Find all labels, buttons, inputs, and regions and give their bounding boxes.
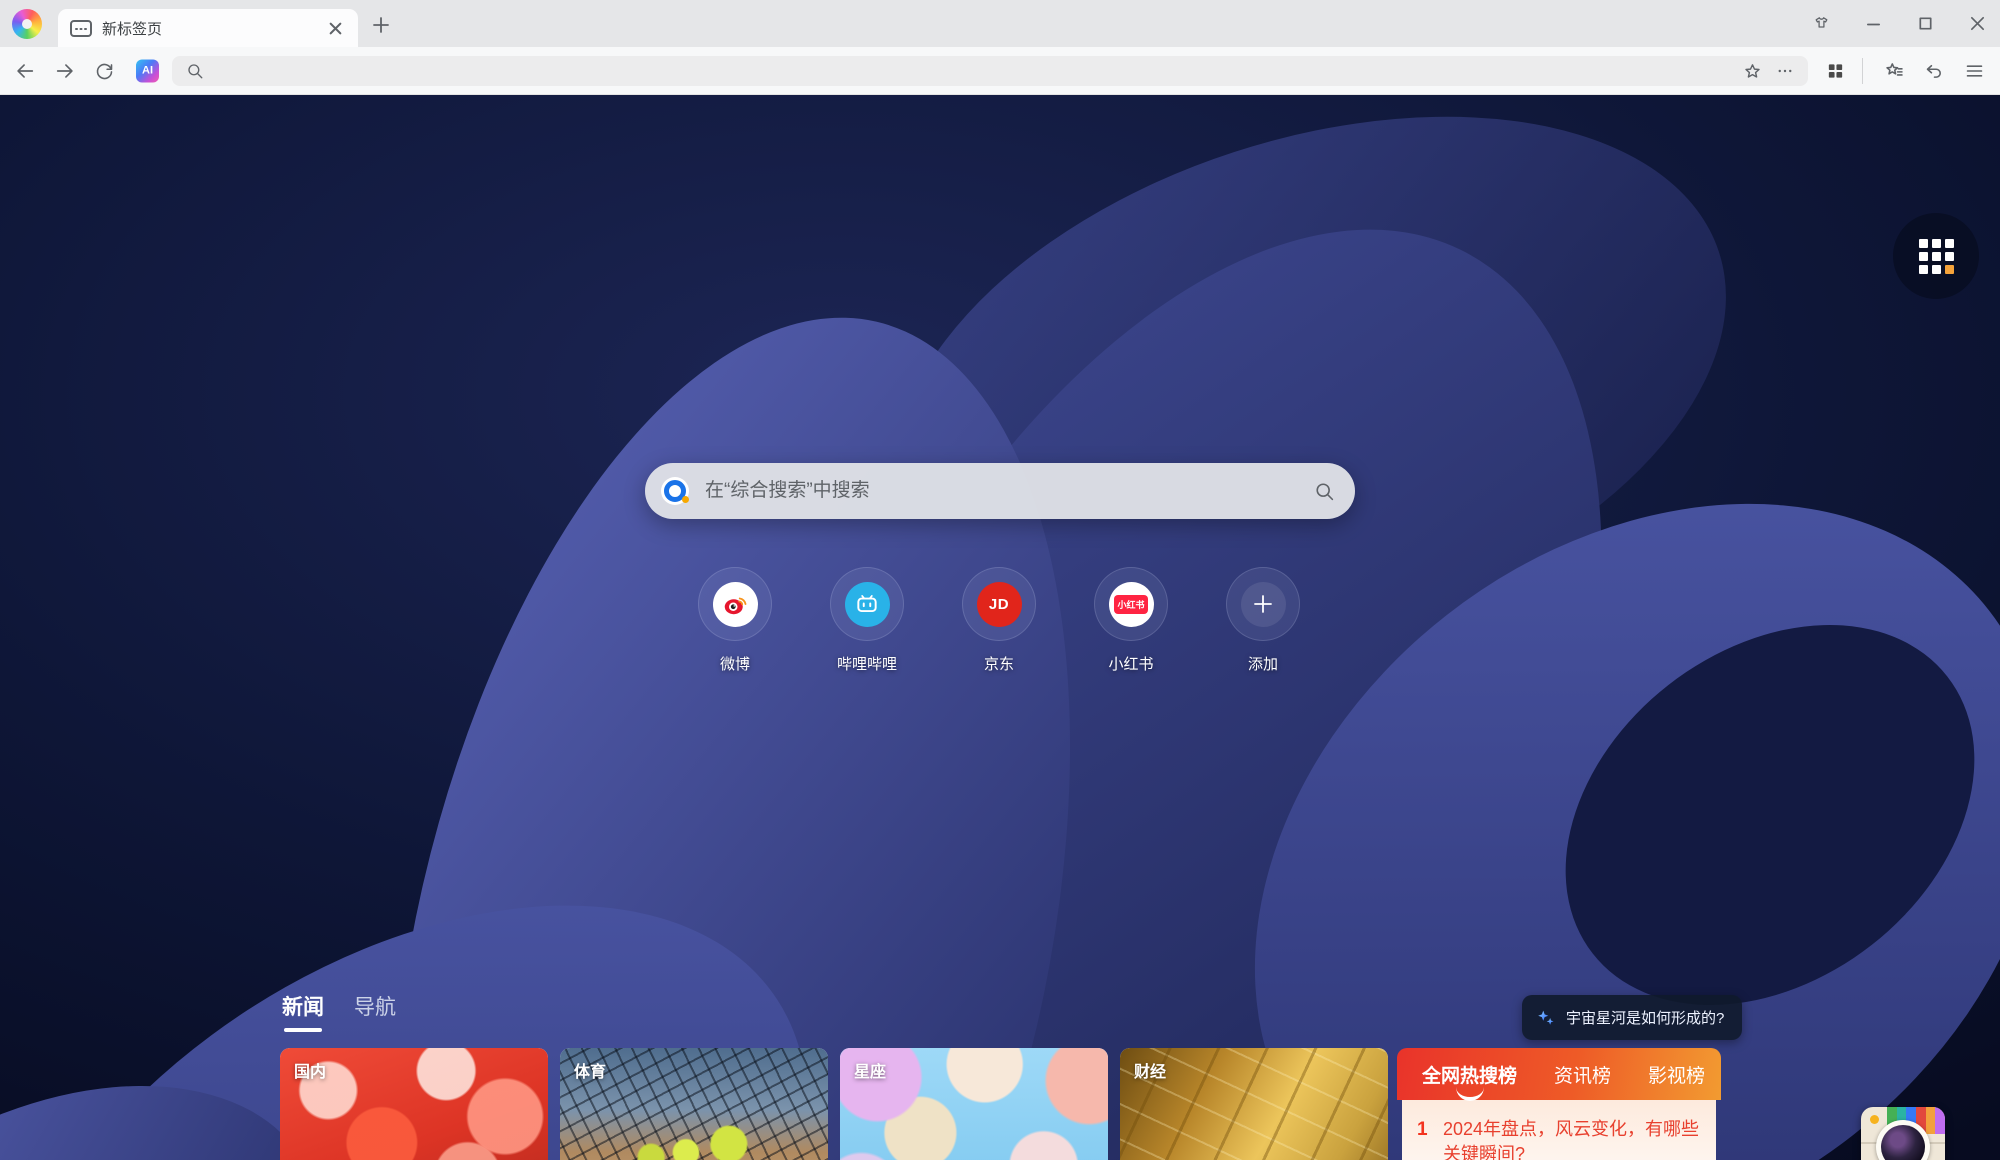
center-search-input[interactable]	[703, 479, 1314, 503]
hot-tab-all-network[interactable]: 全网热搜榜	[1422, 1061, 1517, 1088]
apps-grid-icon[interactable]	[1826, 61, 1845, 80]
quick-link-xiaohongshu[interactable]: 小红书 小红书	[1065, 567, 1197, 674]
ai-tip-text: 宇宙星河是如何形成的?	[1566, 1007, 1724, 1028]
theme-skin-icon[interactable]	[1813, 15, 1830, 32]
search-engine-logo-icon	[661, 477, 689, 505]
quick-links-row: 微博 哔哩哔哩 JD 京东 小红书 小红书	[669, 567, 1329, 674]
apps-launcher-icon	[1919, 239, 1954, 274]
news-card-sports[interactable]: 体育 ATP年度大奖提名公布商	[560, 1048, 828, 1160]
quick-link-bilibili[interactable]: 哔哩哔哩	[801, 567, 933, 674]
tab-close-icon[interactable]	[324, 17, 346, 39]
sparkles-icon	[1535, 1007, 1557, 1029]
news-card-domestic[interactable]: 国内 20处绝佳的红叶观赏地，	[280, 1048, 548, 1160]
new-tab-page: 微博 哔哩哔哩 JD 京东 小红书 小红书	[0, 95, 2000, 1160]
card-image-autumn-leaves: 国内	[280, 1048, 548, 1160]
more-options-icon[interactable]	[1776, 62, 1794, 80]
minimize-button[interactable]	[1865, 15, 1882, 32]
hot-panel-body: 1 2024年盘点，风云变化，有哪些关键瞬间? 2 奥运金牌成本价格是? 3 警…	[1402, 1100, 1716, 1160]
xiaohongshu-icon: 小红书	[1114, 595, 1147, 614]
hot-tab-news[interactable]: 资讯榜	[1554, 1061, 1611, 1088]
refresh-button[interactable]	[94, 60, 115, 81]
hot-search-panel: 全网热搜榜 资讯榜 影视榜 1 2024年盘点，风云变化，有哪些关键瞬间? 2 …	[1397, 1048, 1721, 1160]
hot-tab-movies[interactable]: 影视榜	[1648, 1061, 1705, 1088]
forward-button[interactable]	[54, 60, 76, 82]
category-badge: 星座	[854, 1058, 886, 1082]
card-image-paper-umbrellas: 星座	[840, 1048, 1108, 1160]
quick-link-jd[interactable]: JD 京东	[933, 567, 1065, 674]
browser-tab[interactable]: 新标签页	[58, 9, 358, 47]
close-window-button[interactable]	[1969, 15, 1986, 32]
camera-flash-dot	[1870, 1115, 1879, 1124]
tab-navigation[interactable]: 导航	[354, 991, 396, 1021]
news-cards-row: 国内 20处绝佳的红叶观赏地， 体育 ATP年度大奖提名公布商 星座 12星座1…	[280, 1048, 1388, 1160]
camera-tripod-widget[interactable]	[1861, 1107, 1945, 1160]
titlebar: 新标签页	[0, 0, 2000, 47]
ai-assistant-button[interactable]: AI	[136, 59, 159, 82]
address-bar[interactable]	[172, 56, 1808, 86]
maximize-button[interactable]	[1917, 15, 1934, 32]
tab-title: 新标签页	[102, 18, 324, 39]
ai-suggestion-bubble[interactable]: 宇宙星河是如何形成的?	[1522, 995, 1742, 1040]
news-card-horoscope[interactable]: 星座 12星座12月运势排行榜冠	[840, 1048, 1108, 1160]
rank-number: 1	[1417, 1117, 1432, 1160]
toolbar: AI	[0, 47, 2000, 95]
window-controls	[1813, 0, 1986, 47]
toolbar-divider	[1862, 58, 1863, 84]
card-image-gold-bars: 财经	[1120, 1048, 1388, 1160]
category-badge: 国内	[294, 1058, 326, 1082]
menu-icon[interactable]	[1964, 60, 1985, 81]
center-search-box[interactable]	[645, 463, 1355, 519]
undo-icon[interactable]	[1924, 60, 1945, 81]
section-tabs: 新闻 导航	[282, 991, 396, 1032]
hot-item[interactable]: 1 2024年盘点，风云变化，有哪些关键瞬间?	[1417, 1117, 1700, 1160]
address-input[interactable]	[218, 62, 1729, 80]
favorites-list-icon[interactable]	[1884, 60, 1905, 81]
back-button[interactable]	[14, 60, 36, 82]
quick-link-add[interactable]: 添加	[1197, 567, 1329, 674]
new-tab-button[interactable]	[368, 12, 394, 38]
category-badge: 财经	[1134, 1058, 1166, 1082]
plus-icon	[1251, 592, 1275, 616]
camera-icon	[1861, 1107, 1945, 1160]
hot-panel-header: 全网热搜榜 资讯榜 影视榜	[1397, 1048, 1721, 1100]
news-card-finance[interactable]: 财经 黄金最新消息和未来汇率	[1120, 1048, 1388, 1160]
card-image-tennis-balls: 体育	[560, 1048, 828, 1160]
weibo-icon	[720, 589, 750, 619]
tab-news[interactable]: 新闻	[282, 991, 324, 1032]
magnifier-icon[interactable]	[1314, 481, 1335, 502]
jd-icon: JD	[977, 582, 1022, 627]
bookmark-star-icon[interactable]	[1743, 62, 1762, 81]
bilibili-icon	[854, 591, 880, 617]
wallpaper-apps-launcher-button[interactable]	[1893, 213, 1979, 299]
quick-link-weibo[interactable]: 微博	[669, 567, 801, 674]
category-badge: 体育	[574, 1058, 606, 1082]
search-icon	[186, 62, 204, 80]
newtab-favicon-icon	[70, 20, 92, 37]
browser-logo-icon	[12, 9, 42, 39]
hot-item-text: 2024年盘点，风云变化，有哪些关键瞬间?	[1443, 1117, 1700, 1160]
